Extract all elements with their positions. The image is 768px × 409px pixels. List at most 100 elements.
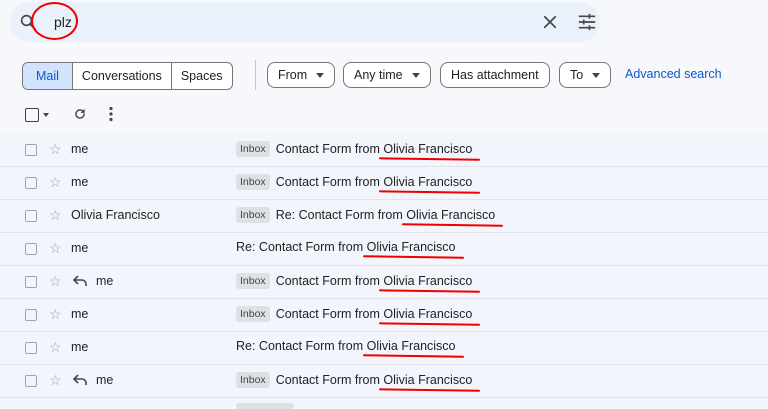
inbox-badge[interactable]: Inbox bbox=[236, 372, 270, 388]
chevron-down-icon bbox=[411, 73, 420, 79]
subject-text: Contact Form from bbox=[275, 307, 384, 321]
subject-text: Re: Contact Form from bbox=[236, 240, 367, 254]
sender-name: me bbox=[71, 175, 89, 189]
row-checkbox[interactable] bbox=[25, 177, 37, 189]
search-input[interactable]: plz bbox=[54, 14, 72, 30]
inbox-badge[interactable]: Inbox bbox=[236, 306, 270, 322]
email-subject: Inbox Contact Form from Olivia Francisco bbox=[236, 141, 481, 161]
inbox-badge[interactable]: Inbox bbox=[236, 174, 270, 190]
scope-spaces[interactable]: Spaces bbox=[170, 63, 232, 89]
email-row[interactable]: ☆ me Inbox Contact Form from Olivia Francis… bbox=[0, 299, 768, 332]
annotation-underline bbox=[379, 157, 481, 161]
email-subject: Inbox Contact Form from Olivia Francisco bbox=[236, 306, 481, 326]
more-vert-icon[interactable] bbox=[108, 106, 114, 122]
inbox-badge[interactable]: Inbox bbox=[236, 141, 270, 157]
annotation-underline bbox=[379, 289, 481, 293]
email-row[interactable]: ☆ me Re: Contact Form from Olivia Francisc… bbox=[0, 233, 768, 266]
inbox-badge[interactable]: Inbox bbox=[236, 273, 270, 289]
row-checkbox[interactable] bbox=[25, 144, 37, 156]
close-icon[interactable] bbox=[541, 13, 559, 31]
subject-contact-name: Olivia Francisco bbox=[379, 175, 481, 194]
sender-name: me bbox=[71, 307, 89, 321]
subject-contact-name: Olivia Francisco bbox=[379, 307, 481, 326]
email-row[interactable]: ☆ me Re: Contact Form from Olivia Francisc… bbox=[0, 332, 768, 365]
row-checkbox[interactable] bbox=[25, 210, 37, 222]
star-icon[interactable]: ☆ bbox=[49, 174, 62, 190]
sender-name: me bbox=[71, 340, 89, 354]
annotation-underline bbox=[362, 255, 464, 259]
sender-name: me bbox=[71, 142, 89, 156]
divider bbox=[255, 60, 256, 90]
contact-name-text: Olivia Francisco bbox=[366, 240, 456, 254]
subject-contact-name: Olivia Francisco bbox=[379, 274, 481, 293]
search-icon[interactable] bbox=[19, 13, 37, 31]
reply-icon bbox=[73, 275, 87, 286]
advanced-search-link[interactable]: Advanced search bbox=[625, 67, 722, 81]
inbox-badge[interactable]: Inbox bbox=[236, 207, 270, 223]
email-list: ☆ me Inbox Contact Form from Olivia Francis… bbox=[0, 134, 768, 398]
chevron-down-icon bbox=[316, 73, 325, 79]
email-subject: Inbox Re: Contact Form from Olivia Franci… bbox=[236, 207, 504, 227]
chevron-down-icon[interactable] bbox=[43, 113, 49, 117]
subject-text: Contact Form from bbox=[275, 175, 384, 189]
attachment-filter-chip[interactable]: Has attachment bbox=[440, 62, 550, 88]
star-icon[interactable]: ☆ bbox=[49, 372, 62, 388]
star-icon[interactable]: ☆ bbox=[49, 240, 62, 256]
subject-contact-name: Olivia Francisco bbox=[379, 142, 481, 161]
email-row[interactable]: ☆ me Inbox Contact Form from Olivia Francis… bbox=[0, 365, 768, 398]
inbox-badge bbox=[236, 403, 294, 409]
annotation-underline bbox=[379, 322, 481, 326]
contact-name-text: Olivia Francisco bbox=[383, 175, 473, 189]
subject-contact-name: Olivia Francisco bbox=[379, 373, 481, 392]
subject-text: Contact Form from bbox=[275, 373, 384, 387]
from-filter-label: From bbox=[278, 68, 308, 82]
star-icon[interactable]: ☆ bbox=[49, 141, 62, 157]
sender-name: Olivia Francisco bbox=[71, 208, 160, 222]
scope-mail[interactable]: Mail bbox=[23, 63, 72, 89]
annotation-underline bbox=[362, 354, 464, 358]
time-filter-chip[interactable]: Any time bbox=[343, 62, 431, 88]
star-icon[interactable]: ☆ bbox=[49, 207, 62, 223]
row-checkbox[interactable] bbox=[25, 243, 37, 255]
refresh-icon[interactable] bbox=[73, 107, 87, 121]
email-subject: Re: Contact Form from Olivia Francisco bbox=[236, 240, 464, 259]
email-subject: Inbox Contact Form from Olivia Francisco bbox=[236, 372, 481, 392]
row-checkbox[interactable] bbox=[25, 309, 37, 321]
search-scope-toggle[interactable]: Mail Conversations Spaces bbox=[22, 62, 233, 90]
email-subject: Re: Contact Form from Olivia Francisco bbox=[236, 339, 464, 358]
sender-name: me bbox=[71, 241, 89, 255]
star-icon[interactable]: ☆ bbox=[49, 273, 62, 289]
contact-name-text: Olivia Francisco bbox=[406, 208, 496, 222]
time-filter-label: Any time bbox=[354, 68, 403, 82]
email-row[interactable]: ☆ me Inbox Contact Form from Olivia Francis… bbox=[0, 134, 768, 167]
to-filter-label: To bbox=[570, 68, 584, 82]
subject-contact-name: Olivia Francisco bbox=[362, 339, 464, 358]
row-checkbox[interactable] bbox=[25, 375, 37, 387]
subject-text: Contact Form from bbox=[275, 274, 384, 288]
annotation-underline bbox=[402, 223, 504, 227]
row-checkbox[interactable] bbox=[25, 342, 37, 354]
contact-name-text: Olivia Francisco bbox=[383, 373, 473, 387]
row-checkbox[interactable] bbox=[25, 276, 37, 288]
select-all-checkbox[interactable] bbox=[25, 108, 39, 122]
search-bar[interactable]: plz bbox=[10, 2, 600, 42]
email-row[interactable]: ☆ me Inbox Contact Form from Olivia Francis… bbox=[0, 266, 768, 299]
subject-text: Contact Form from bbox=[275, 142, 384, 156]
from-filter-chip[interactable]: From bbox=[267, 62, 336, 88]
email-subject: Inbox Contact Form from Olivia Francisco bbox=[236, 273, 481, 293]
to-filter-chip[interactable]: To bbox=[559, 62, 612, 88]
star-icon[interactable]: ☆ bbox=[49, 339, 62, 355]
subject-text: Re: Contact Form from bbox=[236, 339, 367, 353]
contact-name-text: Olivia Francisco bbox=[383, 274, 473, 288]
star-icon[interactable]: ☆ bbox=[49, 306, 62, 322]
email-row[interactable]: ☆ Olivia Francisco Inbox Re: Contact Form f… bbox=[0, 200, 768, 233]
annotation-underline bbox=[379, 190, 481, 194]
annotation-underline bbox=[379, 388, 481, 392]
contact-name-text: Olivia Francisco bbox=[383, 307, 473, 321]
tune-icon[interactable] bbox=[577, 13, 597, 31]
subject-contact-name: Olivia Francisco bbox=[362, 240, 464, 259]
email-row[interactable]: ☆ me Inbox Contact Form from Olivia Francis… bbox=[0, 167, 768, 200]
scope-conversations[interactable]: Conversations bbox=[71, 63, 171, 89]
reply-icon bbox=[73, 374, 87, 385]
chevron-down-icon bbox=[592, 73, 601, 79]
